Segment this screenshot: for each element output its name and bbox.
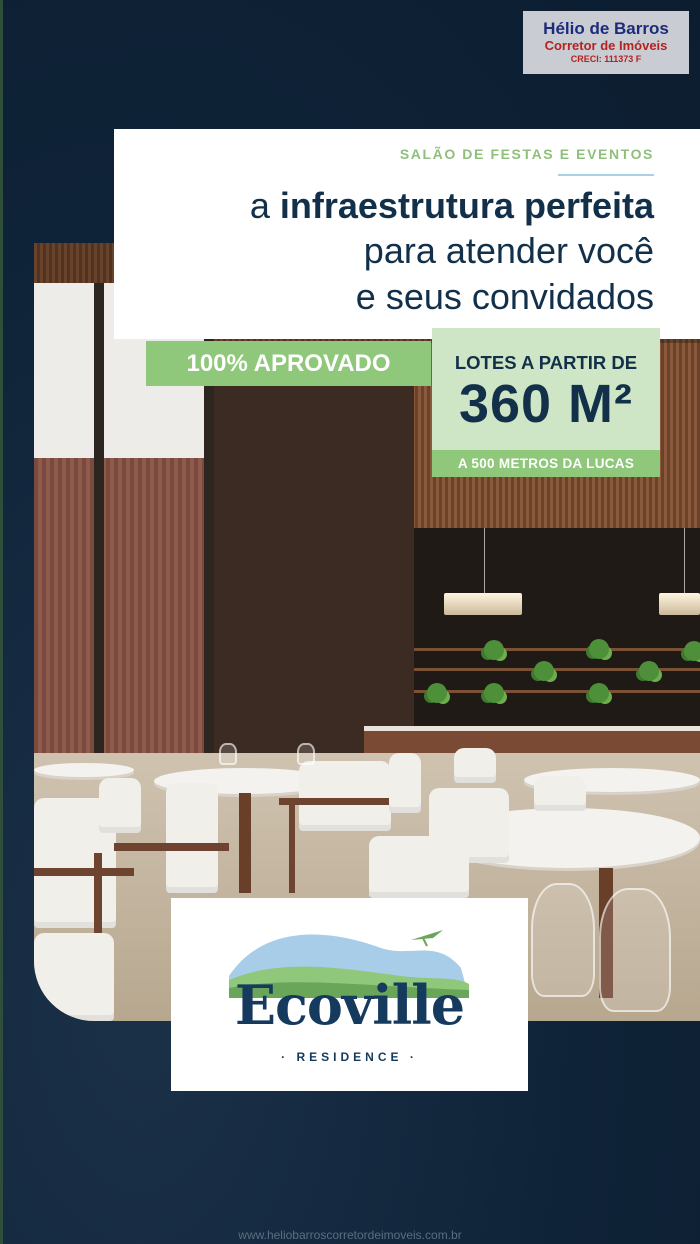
wine-glass [297, 743, 315, 765]
plant [589, 639, 609, 659]
dining-table [34, 763, 134, 777]
plant [684, 641, 700, 661]
headline-line-2: para atender você [363, 230, 654, 271]
wine-glass [531, 883, 595, 997]
chair-frame [279, 798, 404, 805]
approved-text: 100% APROVADO [186, 350, 391, 377]
lots-size: 360 M² [458, 374, 634, 434]
logo-subtitle: · RESIDENCE · [281, 1050, 418, 1064]
broker-creci: CRECI: 111373 F [570, 54, 642, 64]
plant [427, 683, 447, 703]
back-wall [414, 528, 700, 728]
chair [99, 778, 141, 833]
chair-frame [34, 868, 134, 876]
wine-glass [219, 743, 237, 765]
wine-glass [599, 888, 671, 1012]
chair [534, 776, 586, 811]
chair [454, 748, 496, 783]
shelf [414, 690, 700, 693]
chair [299, 761, 391, 831]
chair [166, 783, 218, 893]
ad-poster: Hélio de Barros Corretor de Imóveis CREC… [0, 0, 700, 1244]
curtain [34, 458, 209, 763]
logo-subtitle-text: RESIDENCE [296, 1050, 403, 1064]
headline-card: SALÃO DE FESTAS E EVENTOS a infraestrutu… [114, 129, 700, 339]
headline-line-1: a infraestrutura perfeita [250, 185, 654, 227]
chair [369, 836, 469, 898]
logo-wordmark: Ecoville [234, 973, 465, 1037]
plant [639, 661, 659, 681]
table-leg [239, 793, 251, 893]
left-edge-line [0, 0, 3, 1244]
chair [34, 933, 114, 1021]
pendant-light [444, 593, 522, 615]
lots-label: LOTES A PARTIR DE [454, 352, 638, 373]
plant [484, 640, 504, 660]
plant [589, 683, 609, 703]
pendant-wire [684, 528, 685, 593]
shelf [414, 648, 700, 651]
chair-frame [289, 803, 295, 893]
lots-banner: LOTES A PARTIR DE 360 M² [432, 328, 660, 450]
eyebrow-divider [558, 174, 654, 176]
headline-line-3: e seus convidados [355, 276, 654, 317]
eyebrow-title: SALÃO DE FESTAS E EVENTOS [399, 146, 654, 162]
dark-wall [209, 383, 414, 763]
pendant-light [659, 593, 700, 615]
approved-banner: 100% APROVADO [146, 341, 431, 386]
broker-badge: Hélio de Barros Corretor de Imóveis CREC… [523, 11, 689, 74]
plant [534, 661, 554, 681]
ecoville-logo-card: Ecoville · RESIDENCE · [171, 898, 528, 1091]
plant [484, 683, 504, 703]
headline-regular: a [249, 185, 270, 226]
chair-frame [114, 843, 229, 851]
broker-role: Corretor de Imóveis [544, 38, 668, 53]
chair [389, 753, 421, 813]
broker-name: Hélio de Barros [543, 19, 669, 38]
website-watermark: www.heliobarroscorretordeimoveis.com.br [238, 1228, 462, 1242]
distance-text: A 500 METROS DA LUCAS [457, 456, 635, 471]
headline-bold: infraestrutura perfeita [279, 185, 654, 226]
pendant-wire [484, 528, 485, 593]
distance-banner: A 500 METROS DA LUCAS [432, 450, 660, 477]
